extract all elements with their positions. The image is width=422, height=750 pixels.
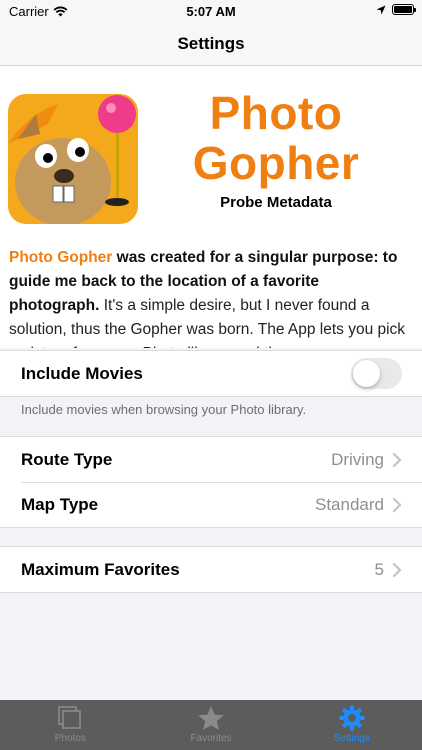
status-time: 5:07 AM	[186, 4, 236, 19]
include-movies-footer: Include movies when browsing your Photo …	[21, 402, 307, 417]
maximum-favorites-value: 5	[374, 559, 384, 579]
tab-settings-label: Settings	[333, 733, 370, 744]
brand-title-line-2: Gopher	[192, 137, 360, 189]
tab-favorites[interactable]: Favorites	[141, 700, 282, 750]
brand-title-line-1: Photo	[209, 87, 343, 139]
brand-subtitle: Probe Metadata	[220, 194, 332, 211]
route-type-row[interactable]: Route Type Driving	[0, 437, 422, 482]
tab-photos[interactable]: Photos	[0, 700, 141, 750]
route-type-label: Route Type	[21, 449, 113, 469]
chevron-right-icon	[392, 497, 402, 512]
app-description: Photo Gopher was created for a singular …	[9, 246, 413, 348]
location-arrow-icon	[376, 5, 386, 14]
include-movies-row: Include Movies	[0, 351, 422, 396]
maximum-favorites-label: Maximum Favorites	[21, 559, 180, 579]
status-bar: Carrier 5:07 AM	[0, 0, 422, 22]
battery-icon	[392, 4, 416, 15]
include-movies-toggle[interactable]	[351, 358, 402, 389]
tab-settings[interactable]: Settings	[281, 700, 422, 750]
page-title: Settings	[177, 33, 245, 53]
tab-photos-label: Photos	[54, 733, 86, 744]
include-movies-label: Include Movies	[21, 363, 143, 383]
about-card[interactable]: Photo Gopher Probe Metadata Photo Gopher…	[0, 66, 422, 348]
map-type-value: Standard	[315, 494, 384, 514]
brand-block: Photo Gopher Probe Metadata	[160, 88, 392, 211]
route-type-value: Driving	[331, 449, 384, 469]
photos-icon	[58, 706, 82, 729]
maximum-favorites-row[interactable]: Maximum Favorites 5	[0, 547, 422, 592]
routing-group: Route Type Driving Map Type Standard	[0, 436, 422, 528]
map-type-label: Map Type	[21, 494, 99, 514]
description-app-name: Photo Gopher	[9, 249, 113, 266]
map-type-row[interactable]: Map Type Standard	[0, 482, 422, 527]
gear-icon	[339, 705, 365, 731]
tab-favorites-label: Favorites	[190, 733, 232, 744]
chevron-right-icon	[392, 562, 402, 577]
chevron-right-icon	[392, 452, 402, 467]
tab-bar: Photos Favorites Settings	[0, 700, 422, 750]
navigation-bar: Settings	[0, 22, 422, 66]
favorites-group: Maximum Favorites 5	[0, 546, 422, 593]
toggle-knob	[353, 360, 380, 387]
movies-group: Include Movies	[0, 350, 422, 397]
gopher-app-icon	[8, 94, 138, 224]
star-icon	[198, 706, 224, 730]
status-right	[376, 4, 416, 15]
